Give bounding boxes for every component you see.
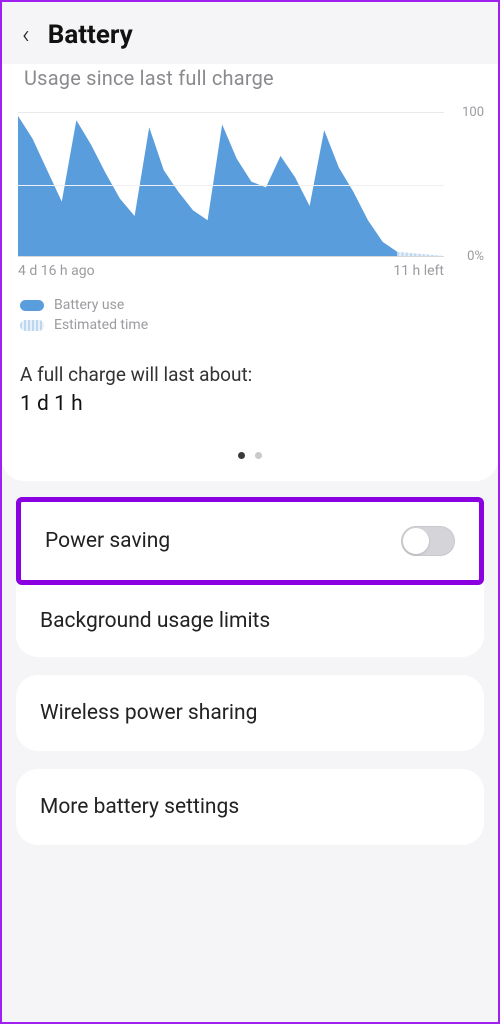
chart-svg	[18, 113, 444, 256]
bg-usage-label: Background usage limits	[40, 609, 270, 633]
xaxis-end: 11 h left	[393, 263, 444, 279]
estimate-label: A full charge will last about:	[20, 363, 480, 386]
wireless-share-row[interactable]: Wireless power sharing	[16, 675, 484, 751]
page-indicator[interactable]	[12, 444, 488, 463]
chart-legend: Battery use Estimated time	[12, 279, 488, 341]
chart-ymin: 0%	[467, 249, 484, 264]
usage-section-title: Usage since last full charge	[12, 60, 488, 108]
legend-est-label: Estimated time	[54, 317, 148, 333]
page-title: Battery	[48, 20, 133, 50]
legend-use-label: Battery use	[54, 297, 124, 313]
xaxis-start: 4 d 16 h ago	[18, 263, 95, 279]
header: ‹ Battery	[2, 2, 498, 60]
estimate-value: 1 d 1 h	[20, 392, 480, 416]
legend-estimated: Estimated time	[20, 317, 480, 333]
power-saving-toggle[interactable]	[401, 526, 455, 556]
power-options-card: Power saving Background usage limits	[16, 497, 484, 657]
wireless-share-label: Wireless power sharing	[40, 701, 257, 725]
legend-battery-use: Battery use	[20, 297, 480, 313]
bg-usage-row[interactable]: Background usage limits	[16, 585, 484, 657]
page-dot-1	[238, 452, 245, 459]
chart-ymax: 100	[462, 105, 484, 120]
usage-card: Usage since last full charge 100 0% 4 d …	[2, 64, 498, 481]
power-saving-row[interactable]: Power saving	[16, 497, 484, 585]
swatch-hatch-icon	[20, 320, 44, 331]
chart-xaxis: 4 d 16 h ago 11 h left	[12, 263, 488, 279]
more-settings-row[interactable]: More battery settings	[16, 769, 484, 845]
toggle-knob-icon	[403, 528, 429, 554]
page-dot-2	[255, 452, 262, 459]
more-settings-label: More battery settings	[40, 795, 239, 819]
power-saving-label: Power saving	[45, 529, 170, 553]
estimate-block: A full charge will last about: 1 d 1 h	[12, 341, 488, 422]
swatch-solid-icon	[20, 300, 44, 311]
chart-area: 100 0%	[18, 112, 444, 257]
battery-chart: 100 0%	[12, 112, 488, 257]
back-icon[interactable]: ‹	[22, 20, 30, 50]
